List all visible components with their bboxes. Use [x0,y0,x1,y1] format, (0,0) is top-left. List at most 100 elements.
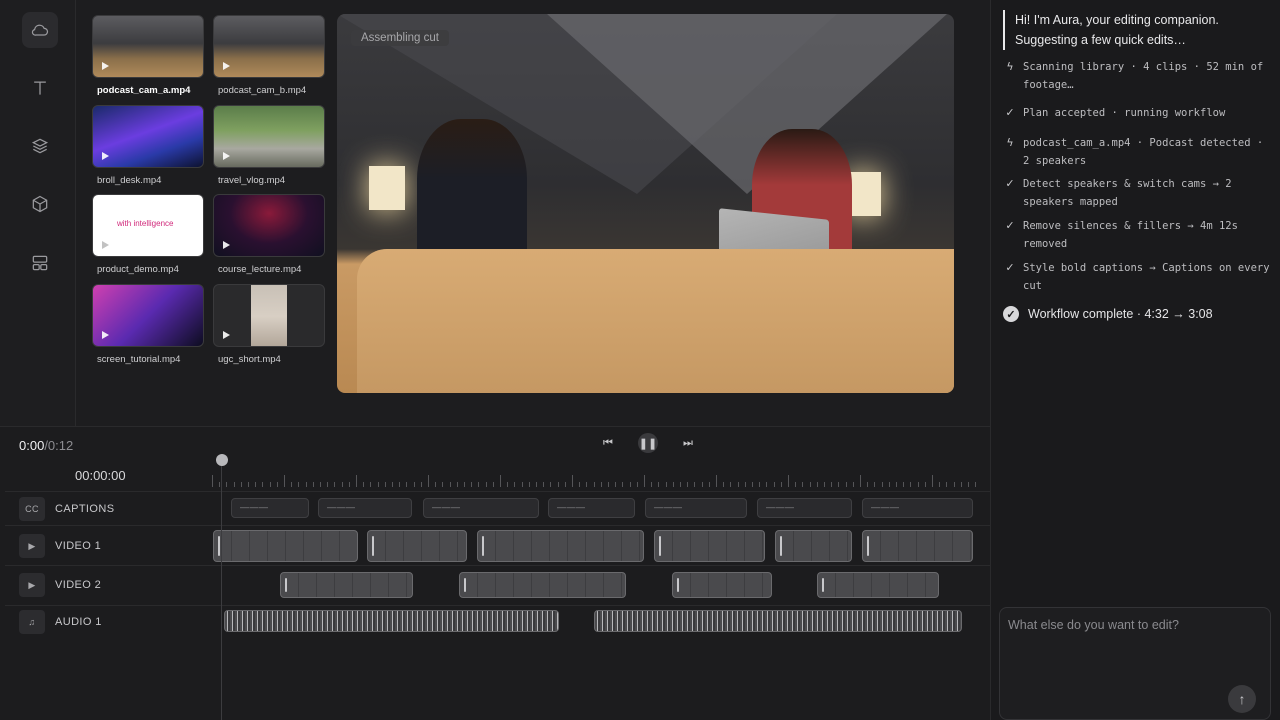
audio-clip[interactable] [594,610,962,632]
video-clip[interactable] [672,572,772,598]
library-clip[interactable]: podcast_cam_a.mp4 [92,15,204,96]
play-icon[interactable]: ▶ [19,534,45,558]
library-clip[interactable]: travel_vlog.mp4 [213,105,325,186]
layers-icon[interactable] [22,128,58,164]
check-icon: ✓ [1005,106,1015,119]
ruler-tick [680,482,681,487]
check-icon: ✓ [1005,219,1015,232]
ruler-tick [881,482,883,487]
cloud-icon[interactable] [22,12,58,48]
bolt-icon: ϟ [1006,136,1014,149]
ruler-tick [953,482,955,487]
track-header: ▶ VIDEO 2 [19,573,101,597]
cube-icon[interactable] [22,186,58,222]
ruler-tick [903,482,905,487]
ruler-tick [874,482,876,487]
caption-clip[interactable] [231,498,309,518]
video-clip[interactable] [477,530,644,562]
skip-back-button[interactable]: ⏮ [598,433,618,453]
chat-input[interactable] [1008,618,1258,632]
play-icon [102,331,109,339]
ruler-tick [593,482,595,487]
captions-icon[interactable]: CC [19,497,45,521]
video-clip[interactable] [817,572,939,598]
clip-name: broll_desk.mp4 [97,175,162,186]
ruler-tick [572,475,573,487]
caption-clip[interactable] [548,498,635,518]
video-clip[interactable] [775,530,852,562]
table [357,249,954,393]
editor-app: podcast_cam_a.mp4 podcast_cam_b.mp4 brol… [0,0,1280,720]
ruler-tick [802,482,804,487]
caption-clip[interactable] [423,498,539,518]
library-clip[interactable]: course_lecture.mp4 [213,194,325,275]
layout-icon[interactable] [22,245,58,281]
caption-clip[interactable] [645,498,747,518]
bolt-icon: ϟ [1006,60,1014,73]
skip-forward-button[interactable]: ⏭ [678,433,698,453]
video-clip[interactable] [862,530,973,562]
track-header: ♫ AUDIO 1 [19,610,102,634]
ruler-tick [838,482,840,487]
video-clip[interactable] [654,530,765,562]
video-preview[interactable]: Assembling cut [337,14,954,393]
ruler-tick [939,482,941,487]
ruler-tick [752,482,753,487]
ruler-tick [564,482,566,487]
chat-input-box[interactable]: ↑ [999,607,1271,720]
video-clip[interactable] [367,530,467,562]
video-clip[interactable] [280,572,413,598]
play-icon [102,241,109,249]
clip-name: travel_vlog.mp4 [218,175,286,186]
ruler-tick [507,482,509,487]
ruler-tick [932,475,933,487]
ruler-tick [276,482,278,487]
ruler-tick [312,482,314,487]
ruler-tick [888,482,890,487]
ruler-tick [327,482,329,487]
ruler-tick [428,475,429,487]
play-icon[interactable]: ▶ [19,573,45,597]
ruler-tick [305,482,307,487]
library-clip[interactable]: ugc_short.mp4 [213,284,325,365]
playhead-handle[interactable] [216,454,228,466]
library-clip[interactable]: podcast_cam_b.mp4 [213,15,325,96]
ruler-tick [824,482,825,487]
pause-button[interactable]: ❚❚ [638,433,658,453]
workflow-step: ✓ Remove silences & fillers → 4m 12s rem… [1003,217,1275,253]
ruler-tick [262,482,264,487]
library-clip[interactable]: with intelligence product_demo.mp4 [92,194,204,275]
ruler-tick [226,482,228,487]
ruler-tick [550,482,552,487]
video-clip[interactable] [459,572,626,598]
ruler-tick [291,482,293,487]
audio-clip[interactable] [224,610,559,632]
ruler-tick [716,475,717,487]
ruler-tick [485,482,487,487]
caption-clip[interactable] [862,498,973,518]
send-button[interactable]: ↑ [1228,685,1256,713]
clip-name: podcast_cam_a.mp4 [97,85,191,96]
clip-name: podcast_cam_b.mp4 [218,85,307,96]
track-label: VIDEO 2 [55,579,102,591]
video-clip[interactable] [213,530,358,562]
music-icon[interactable]: ♫ [19,610,45,634]
caption-clip[interactable] [757,498,852,518]
ruler-tick [543,482,545,487]
check-icon: ✓ [1005,177,1015,190]
library-clip[interactable]: screen_tutorial.mp4 [92,284,204,365]
clip-name: screen_tutorial.mp4 [97,354,181,365]
play-icon [223,62,230,70]
library-clip[interactable]: broll_desk.mp4 [92,105,204,186]
caption-clip[interactable] [318,498,412,518]
ruler-tick [492,482,494,487]
ruler-tick [651,482,653,487]
arrow-up-icon: ↑ [1238,691,1246,707]
ruler-tick [320,482,321,487]
ruler-tick [701,482,703,487]
ruler-tick [694,482,696,487]
ruler-tick [521,482,523,487]
time-ruler[interactable] [212,467,977,489]
text-icon[interactable] [22,70,58,106]
ruler-tick [240,482,242,487]
